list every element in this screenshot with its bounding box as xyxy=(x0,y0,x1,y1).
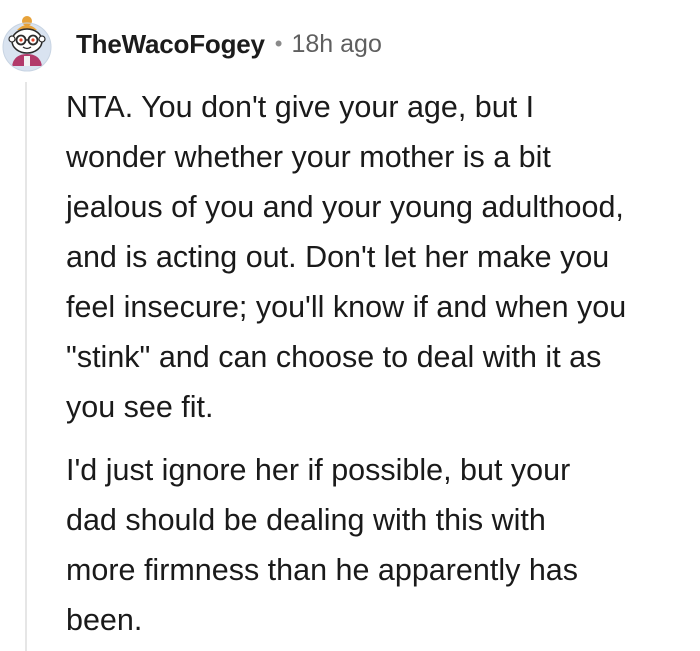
user-avatar[interactable] xyxy=(0,14,54,74)
comment-body: NTA. You don't give your age, but I wond… xyxy=(66,82,696,645)
thread-line[interactable] xyxy=(25,82,27,651)
author-username[interactable]: TheWacoFogey xyxy=(76,29,265,60)
snoo-avatar-icon xyxy=(2,16,52,72)
comment: TheWacoFogey • 18h ago NTA. You don't gi… xyxy=(0,0,700,651)
comment-paragraph: NTA. You don't give your age, but I wond… xyxy=(66,90,627,424)
comment-timestamp: 18h ago xyxy=(291,29,382,58)
meta-separator: • xyxy=(274,31,283,56)
comment-header: TheWacoFogey • 18h ago xyxy=(76,26,382,62)
comment-paragraph: I'd just ignore her if possible, but you… xyxy=(66,453,578,637)
